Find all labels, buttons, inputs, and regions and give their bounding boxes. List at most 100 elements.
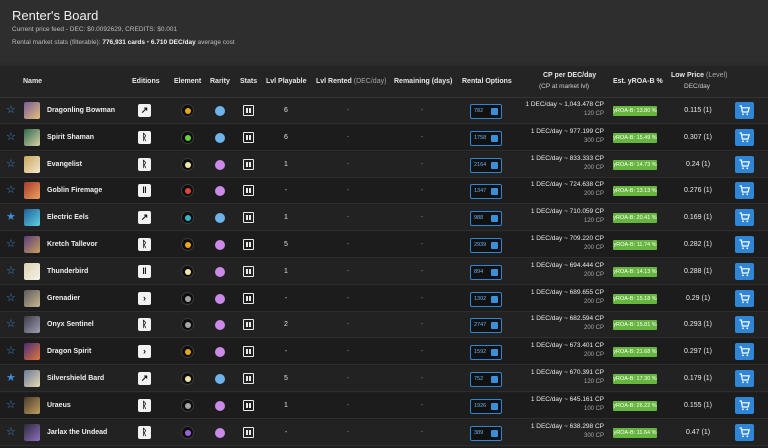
favorite-star-icon[interactable]: ★ bbox=[6, 212, 17, 223]
add-to-cart-button[interactable] bbox=[735, 370, 754, 387]
table-row: ★ Silvershield Bard ↗ 5 - - 752 1 DEC/day ~ 670… bbox=[0, 366, 768, 392]
rental-options-button[interactable]: 782 bbox=[470, 104, 502, 119]
column-header-lvl-playable[interactable]: Lvl Playable bbox=[266, 78, 306, 85]
stats-icon[interactable] bbox=[243, 105, 254, 116]
column-header-remaining[interactable]: Remaining (days) bbox=[394, 78, 452, 85]
column-header-rarity[interactable]: Rarity bbox=[210, 78, 230, 85]
column-header-lvl-rented[interactable]: Lvl Rented (DEC/day) bbox=[316, 78, 386, 85]
card-thumbnail[interactable] bbox=[24, 262, 40, 280]
favorite-star-icon[interactable]: ☆ bbox=[6, 426, 17, 438]
card-thumbnail[interactable] bbox=[24, 423, 40, 441]
card-thumbnail[interactable] bbox=[24, 343, 40, 361]
stats-icon[interactable] bbox=[243, 292, 254, 304]
card-name-thunderbird[interactable]: Thunderbird bbox=[47, 268, 88, 275]
lvl-rented: - bbox=[346, 267, 350, 275]
favorite-star-icon[interactable]: ☆ bbox=[6, 105, 17, 116]
column-header-editions[interactable]: Editions bbox=[132, 78, 160, 85]
card-thumbnail[interactable] bbox=[24, 236, 40, 253]
card-thumbnail[interactable] bbox=[24, 289, 40, 307]
rental-options-button[interactable]: 2939 bbox=[470, 238, 502, 253]
favorite-star-icon[interactable]: ☆ bbox=[6, 346, 17, 357]
favorite-star-icon[interactable]: ☆ bbox=[6, 265, 17, 277]
rental-options-button[interactable]: 752 bbox=[470, 372, 502, 387]
favorite-star-icon[interactable]: ☆ bbox=[6, 239, 17, 250]
add-to-cart-button[interactable] bbox=[735, 182, 754, 200]
favorite-star-icon[interactable]: ☆ bbox=[6, 292, 17, 304]
add-to-cart-button[interactable] bbox=[735, 128, 754, 146]
card-thumbnail[interactable] bbox=[24, 102, 40, 119]
add-to-cart-button[interactable] bbox=[735, 396, 754, 414]
column-header-rental-options[interactable]: Rental Options bbox=[462, 78, 512, 85]
card-name-onyx-sentinel[interactable]: Onyx Sentinel bbox=[47, 321, 94, 328]
stats-icon[interactable] bbox=[243, 265, 254, 277]
add-to-cart-button[interactable] bbox=[735, 423, 754, 441]
card-name-kretch-tallevor[interactable]: Kretch Tallevor bbox=[47, 241, 97, 248]
column-header-cp-per-dec[interactable]: CP per DEC/day bbox=[543, 72, 596, 79]
card-thumbnail[interactable] bbox=[24, 128, 40, 146]
stats-icon[interactable] bbox=[243, 131, 254, 143]
stats-icon[interactable] bbox=[243, 185, 254, 197]
add-to-cart-button[interactable] bbox=[735, 289, 754, 307]
stats-icon[interactable] bbox=[243, 158, 254, 170]
element-life-icon bbox=[181, 372, 194, 385]
favorite-star-icon[interactable]: ☆ bbox=[6, 131, 17, 143]
favorite-star-icon[interactable]: ☆ bbox=[6, 319, 17, 330]
column-header-low-price[interactable]: Low Price (Level) bbox=[671, 72, 727, 79]
stats-icon[interactable] bbox=[243, 239, 254, 250]
column-header-stats[interactable]: Stats bbox=[240, 78, 257, 85]
card-name-goblin-firemage[interactable]: Goblin Firemage bbox=[47, 187, 102, 194]
rental-options-button[interactable]: 389 bbox=[470, 425, 502, 441]
add-to-cart-button[interactable] bbox=[735, 102, 754, 119]
yroa-badge: yROA-B: 17.30 % bbox=[613, 374, 657, 384]
favorite-star-icon[interactable]: ☆ bbox=[6, 158, 17, 170]
card-thumbnail[interactable] bbox=[24, 396, 40, 414]
card-thumbnail[interactable] bbox=[24, 155, 40, 173]
favorite-star-icon[interactable]: ★ bbox=[6, 373, 17, 384]
column-header-yroa[interactable]: Est. yROA-B % bbox=[613, 78, 663, 85]
card-name-silvershield-bard[interactable]: Silvershield Bard bbox=[47, 375, 104, 382]
card-name-evangelist[interactable]: Evangelist bbox=[47, 161, 82, 168]
yroa-badge: yROA-B: 11.64 % bbox=[613, 427, 657, 438]
card-thumbnail[interactable] bbox=[24, 209, 40, 227]
rental-options-button[interactable]: 988 bbox=[470, 211, 502, 227]
chaos-edition-icon: ᚱ bbox=[138, 238, 151, 251]
card-name-grenadier[interactable]: Grenadier bbox=[47, 295, 80, 302]
favorite-star-icon[interactable]: ☆ bbox=[6, 185, 17, 196]
stats-icon[interactable] bbox=[243, 319, 254, 331]
card-thumbnail[interactable] bbox=[24, 182, 40, 200]
card-name-dragon-spirit[interactable]: Dragon Spirit bbox=[47, 348, 91, 355]
table-row: ★ Electric Eels ↗ 1 - - 988 1 DEC/day ~ 710.059… bbox=[0, 205, 768, 232]
add-to-cart-button[interactable] bbox=[735, 209, 754, 227]
cp-per-dec: 1 DEC/day ~ 724.638 CP bbox=[530, 181, 604, 189]
card-name-dragonling-bowman[interactable]: Dragonling Bowman bbox=[47, 107, 115, 114]
rental-options-button[interactable]: 1347 bbox=[470, 184, 502, 200]
add-to-cart-button[interactable] bbox=[735, 262, 754, 280]
card-name-electric-eels[interactable]: Electric Eels bbox=[47, 214, 89, 221]
card-name-jarlax-the-undead[interactable]: Jarlax the Undead bbox=[47, 429, 107, 436]
add-to-cart-button[interactable] bbox=[735, 155, 754, 173]
column-header-name[interactable]: Name bbox=[23, 78, 42, 85]
stats-icon[interactable] bbox=[243, 399, 254, 411]
card-name-uraeus[interactable]: Uraeus bbox=[47, 402, 71, 409]
low-price: 0.155 (1) bbox=[683, 401, 713, 409]
column-header-element[interactable]: Element bbox=[174, 78, 201, 85]
rental-options-button[interactable]: 2747 bbox=[470, 318, 502, 334]
stats-icon[interactable] bbox=[243, 373, 254, 384]
rental-options-button[interactable]: 1592 bbox=[470, 345, 502, 361]
card-name-spirit-shaman[interactable]: Spirit Shaman bbox=[47, 134, 94, 141]
rarity-rare-icon bbox=[215, 240, 225, 250]
stats-icon[interactable] bbox=[243, 426, 254, 438]
favorite-star-icon[interactable]: ☆ bbox=[6, 399, 17, 411]
card-thumbnail[interactable] bbox=[24, 316, 40, 334]
add-to-cart-button[interactable] bbox=[735, 236, 754, 253]
card-thumbnail[interactable] bbox=[24, 370, 40, 387]
rental-options-button[interactable]: 1302 bbox=[470, 291, 502, 307]
stats-icon[interactable] bbox=[243, 212, 254, 224]
rental-options-button[interactable]: 894 bbox=[470, 264, 502, 280]
add-to-cart-button[interactable] bbox=[735, 316, 754, 334]
rental-options-button[interactable]: 1926 bbox=[470, 398, 502, 414]
add-to-cart-button[interactable] bbox=[735, 343, 754, 361]
rental-options-button[interactable]: 2164 bbox=[470, 157, 502, 173]
stats-icon[interactable] bbox=[243, 346, 254, 358]
rental-options-button[interactable]: 1758 bbox=[470, 130, 502, 146]
